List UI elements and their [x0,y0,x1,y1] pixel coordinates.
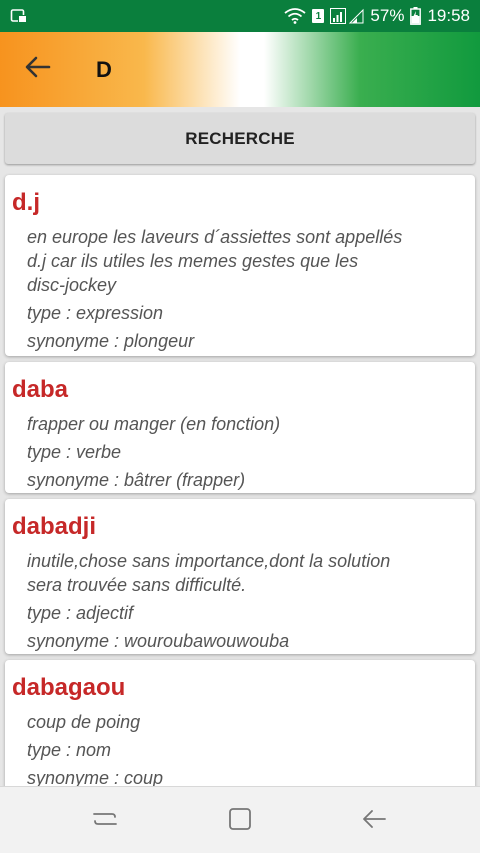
entry-word: dabadji [12,513,97,540]
entry-type: type : nom [27,740,112,760]
screen-cast-icon [10,8,28,24]
entry-synonym: synonyme : coup [27,768,164,786]
battery-percent: 57% [370,6,405,25]
entry-synonym: synonyme : bâtrer (frapper) [27,470,246,490]
entry-type: type : expression [27,303,164,323]
entry-word: daba [12,376,69,403]
status-bar: 1 57% 19:58 [0,0,480,32]
entry-definition-line: disc-jockey [27,275,117,295]
entry-word: d.j [12,189,40,216]
back-button[interactable] [0,32,76,107]
entry-synonym: synonyme : wouroubawouwouba [27,631,290,651]
entry-synonym: synonyme : plongeur [27,331,195,351]
home-square-icon [228,807,252,836]
page-title: D [96,56,112,82]
entry-definition-line: sera trouvée sans difficulté. [27,575,247,595]
entry-type: type : adjectif [27,603,134,623]
entry-list[interactable]: d.j en europe les laveurs d´assiettes so… [0,173,480,786]
entry-word: dabagaou [12,674,126,701]
entry-definition-line: frapper ou manger (en fonction) [27,414,281,434]
recents-button[interactable] [85,801,125,841]
wifi-icon [284,8,306,24]
entry-definition-line: inutile,chose sans importance,dont la so… [27,551,391,571]
recents-icon [92,808,118,835]
app-bar: D [0,32,480,107]
clock: 19:58 [427,6,470,25]
entry-definition-line: en europe les laveurs d´assiettes sont a… [27,227,403,247]
entry-type: type : verbe [27,442,122,462]
search-button[interactable]: RECHERCHE [5,113,475,164]
list-item[interactable]: d.j en europe les laveurs d´assiettes so… [5,175,475,356]
signal-icon [330,8,364,24]
list-item[interactable]: daba frapper ou manger (en fonction) typ… [5,362,475,493]
home-button[interactable] [220,801,260,841]
nav-back-button[interactable] [354,801,394,841]
list-item[interactable]: dabagaou coup de poing type : nom synony… [5,660,475,786]
entry-definition-line: d.j car ils utiles les memes gestes que … [27,251,359,271]
battery-charging-icon [410,7,422,25]
sim-slot-badge: 1 [312,9,325,23]
list-item[interactable]: dabadji inutile,chose sans importance,do… [5,499,475,654]
arrow-left-icon [25,56,51,83]
navigation-bar [0,786,480,853]
nav-back-icon [361,808,387,835]
entry-definition-line: coup de poing [27,712,141,732]
